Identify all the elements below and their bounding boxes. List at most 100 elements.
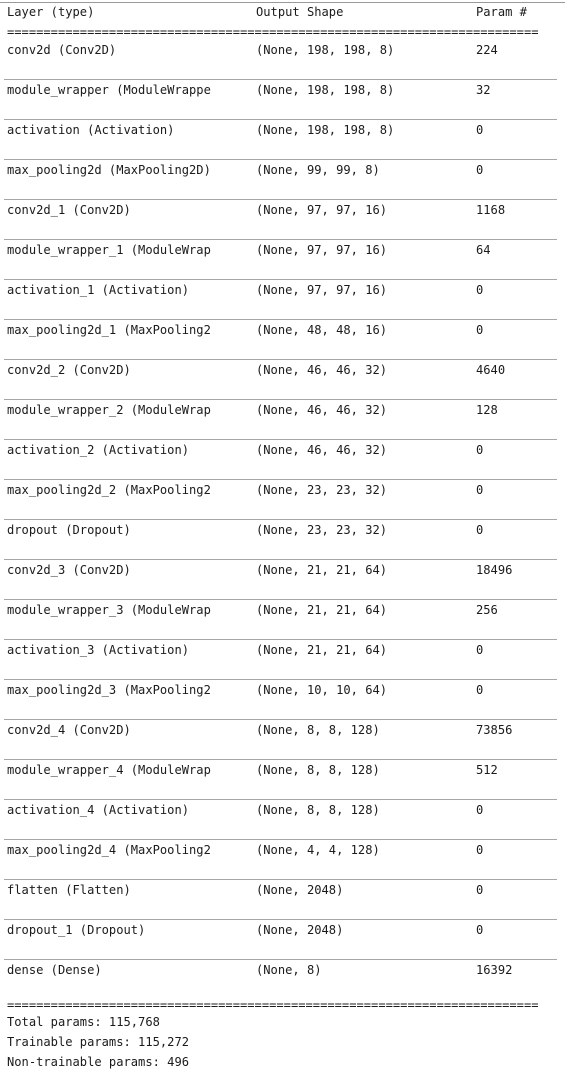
- cell-output-shape: (None, 23, 23, 32): [256, 523, 388, 537]
- cell-layer-type: conv2d_2 (Conv2D): [7, 363, 131, 377]
- cell-param-count: 0: [476, 523, 484, 537]
- table-row: max_pooling2d_3 (MaxPooling2 (None, 10, 1…: [4, 679, 557, 719]
- cell-param-count: 0: [476, 283, 484, 297]
- cell-output-shape: (None, 46, 46, 32): [256, 403, 388, 417]
- cell-layer-type: dropout_1 (Dropout): [7, 923, 146, 937]
- table-row: conv2d_1 (Conv2D) (None, 97, 97, 16) 1168: [4, 199, 557, 239]
- cell-layer-type: conv2d_3 (Conv2D): [7, 563, 131, 577]
- table-row: conv2d (Conv2D) (None, 198, 198, 8) 224: [4, 39, 557, 79]
- cell-param-count: 0: [476, 923, 484, 937]
- table-row: max_pooling2d (MaxPooling2D) (None, 99, 9…: [4, 159, 557, 199]
- cell-param-count: 0: [476, 123, 484, 137]
- top-divider: [0, 2, 565, 3]
- cell-output-shape: (None, 8, 8, 128): [256, 723, 380, 737]
- cell-param-count: 224: [476, 43, 498, 57]
- cell-output-shape: (None, 23, 23, 32): [256, 483, 388, 497]
- cell-output-shape: (None, 46, 46, 32): [256, 443, 388, 457]
- cell-output-shape: (None, 8): [256, 963, 322, 977]
- table-row: dropout_1 (Dropout) (None, 2048) 0: [4, 919, 557, 959]
- trainable-params: Trainable params: 115,272: [7, 1035, 190, 1049]
- total-params: Total params: 115,768: [7, 1015, 160, 1029]
- cell-param-count: 0: [476, 843, 484, 857]
- cell-param-count: 128: [476, 403, 498, 417]
- table-row: activation_3 (Activation) (None, 21, 21, …: [4, 639, 557, 679]
- cell-layer-type: dropout (Dropout): [7, 523, 131, 537]
- cell-layer-type: activation_3 (Activation): [7, 643, 190, 657]
- cell-layer-type: conv2d (Conv2D): [7, 43, 117, 57]
- model-summary-panel: Layer (type) Output Shape Param # ======…: [0, 0, 565, 1069]
- cell-output-shape: (None, 21, 21, 64): [256, 603, 388, 617]
- cell-layer-type: max_pooling2d_1 (MaxPooling2: [7, 323, 211, 337]
- table-row: activation_1 (Activation) (None, 97, 97, …: [4, 279, 557, 319]
- cell-layer-type: flatten (Flatten): [7, 883, 131, 897]
- cell-param-count: 73856: [476, 723, 513, 737]
- cell-layer-type: module_wrapper_3 (ModuleWrap: [7, 603, 211, 617]
- cell-layer-type: activation_1 (Activation): [7, 283, 190, 297]
- cell-layer-type: conv2d_1 (Conv2D): [7, 203, 131, 217]
- heavy-separator-bottom: ========================================…: [7, 999, 539, 1012]
- cell-param-count: 0: [476, 883, 484, 897]
- cell-output-shape: (None, 8, 8, 128): [256, 803, 380, 817]
- table-rows: conv2d (Conv2D) (None, 198, 198, 8) 224 mod…: [4, 39, 561, 999]
- cell-layer-type: module_wrapper_1 (ModuleWrap: [7, 243, 211, 257]
- cell-param-count: 32: [476, 83, 491, 97]
- cell-param-count: 0: [476, 163, 484, 177]
- cell-output-shape: (None, 10, 10, 64): [256, 683, 388, 697]
- table-row: conv2d_3 (Conv2D) (None, 21, 21, 64) 18496: [4, 559, 557, 599]
- cell-layer-type: dense (Dense): [7, 963, 102, 977]
- table-header-row: Layer (type) Output Shape Param #: [4, 4, 557, 26]
- table-row: max_pooling2d_2 (MaxPooling2 (None, 23, 2…: [4, 479, 557, 519]
- non-trainable-params: Non-trainable params: 496: [7, 1055, 190, 1069]
- cell-param-count: 16392: [476, 963, 513, 977]
- cell-output-shape: (None, 2048): [256, 883, 344, 897]
- cell-param-count: 0: [476, 683, 484, 697]
- cell-param-count: 4640: [476, 363, 506, 377]
- cell-layer-type: max_pooling2d_2 (MaxPooling2: [7, 483, 211, 497]
- cell-param-count: 0: [476, 443, 484, 457]
- cell-layer-type: activation_2 (Activation): [7, 443, 190, 457]
- cell-output-shape: (None, 2048): [256, 923, 344, 937]
- cell-param-count: 0: [476, 483, 484, 497]
- cell-output-shape: (None, 4, 4, 128): [256, 843, 380, 857]
- cell-output-shape: (None, 97, 97, 16): [256, 283, 388, 297]
- cell-output-shape: (None, 21, 21, 64): [256, 563, 388, 577]
- params-summary: Total params: 115,768 Trainable params: …: [4, 1012, 561, 1072]
- column-header-output-shape: Output Shape: [256, 5, 344, 19]
- cell-param-count: 0: [476, 803, 484, 817]
- cell-layer-type: conv2d_4 (Conv2D): [7, 723, 131, 737]
- cell-param-count: 64: [476, 243, 491, 257]
- table-row: max_pooling2d_4 (MaxPooling2 (None, 4, 4,…: [4, 839, 557, 879]
- table-row: conv2d_2 (Conv2D) (None, 46, 46, 32) 4640: [4, 359, 557, 399]
- table-row: module_wrapper_3 (ModuleWrap (None, 21, 2…: [4, 599, 557, 639]
- cell-layer-type: activation_4 (Activation): [7, 803, 190, 817]
- table-row: module_wrapper (ModuleWrappe (None, 198, …: [4, 79, 557, 119]
- table-row: max_pooling2d_1 (MaxPooling2 (None, 48, 4…: [4, 319, 557, 359]
- table-row: module_wrapper_1 (ModuleWrap (None, 97, 9…: [4, 239, 557, 279]
- table-row: activation_2 (Activation) (None, 46, 46, …: [4, 439, 557, 479]
- cell-output-shape: (None, 97, 97, 16): [256, 203, 388, 217]
- table-row: activation (Activation) (None, 198, 198, …: [4, 119, 557, 159]
- cell-output-shape: (None, 48, 48, 16): [256, 323, 388, 337]
- cell-layer-type: module_wrapper_2 (ModuleWrap: [7, 403, 211, 417]
- cell-layer-type: max_pooling2d_3 (MaxPooling2: [7, 683, 211, 697]
- cell-layer-type: module_wrapper_4 (ModuleWrap: [7, 763, 211, 777]
- table-row: module_wrapper_4 (ModuleWrap (None, 8, 8,…: [4, 759, 557, 799]
- table-row: dropout (Dropout) (None, 23, 23, 32) 0: [4, 519, 557, 559]
- cell-output-shape: (None, 46, 46, 32): [256, 363, 388, 377]
- cell-output-shape: (None, 198, 198, 8): [256, 43, 395, 57]
- cell-param-count: 1168: [476, 203, 506, 217]
- cell-layer-type: max_pooling2d_4 (MaxPooling2: [7, 843, 211, 857]
- cell-param-count: 512: [476, 763, 498, 777]
- cell-output-shape: (None, 198, 198, 8): [256, 83, 395, 97]
- cell-layer-type: module_wrapper (ModuleWrappe: [7, 83, 211, 97]
- table-row: activation_4 (Activation) (None, 8, 8, 12…: [4, 799, 557, 839]
- table-row: conv2d_4 (Conv2D) (None, 8, 8, 128) 73856: [4, 719, 557, 759]
- cell-output-shape: (None, 21, 21, 64): [256, 643, 388, 657]
- cell-param-count: 0: [476, 643, 484, 657]
- cell-output-shape: (None, 97, 97, 16): [256, 243, 388, 257]
- column-header-layer: Layer (type): [7, 5, 95, 19]
- table-row: dense (Dense) (None, 8) 16392: [4, 959, 557, 999]
- table-row: module_wrapper_2 (ModuleWrap (None, 46, 4…: [4, 399, 557, 439]
- cell-output-shape: (None, 99, 99, 8): [256, 163, 380, 177]
- cell-layer-type: activation (Activation): [7, 123, 175, 137]
